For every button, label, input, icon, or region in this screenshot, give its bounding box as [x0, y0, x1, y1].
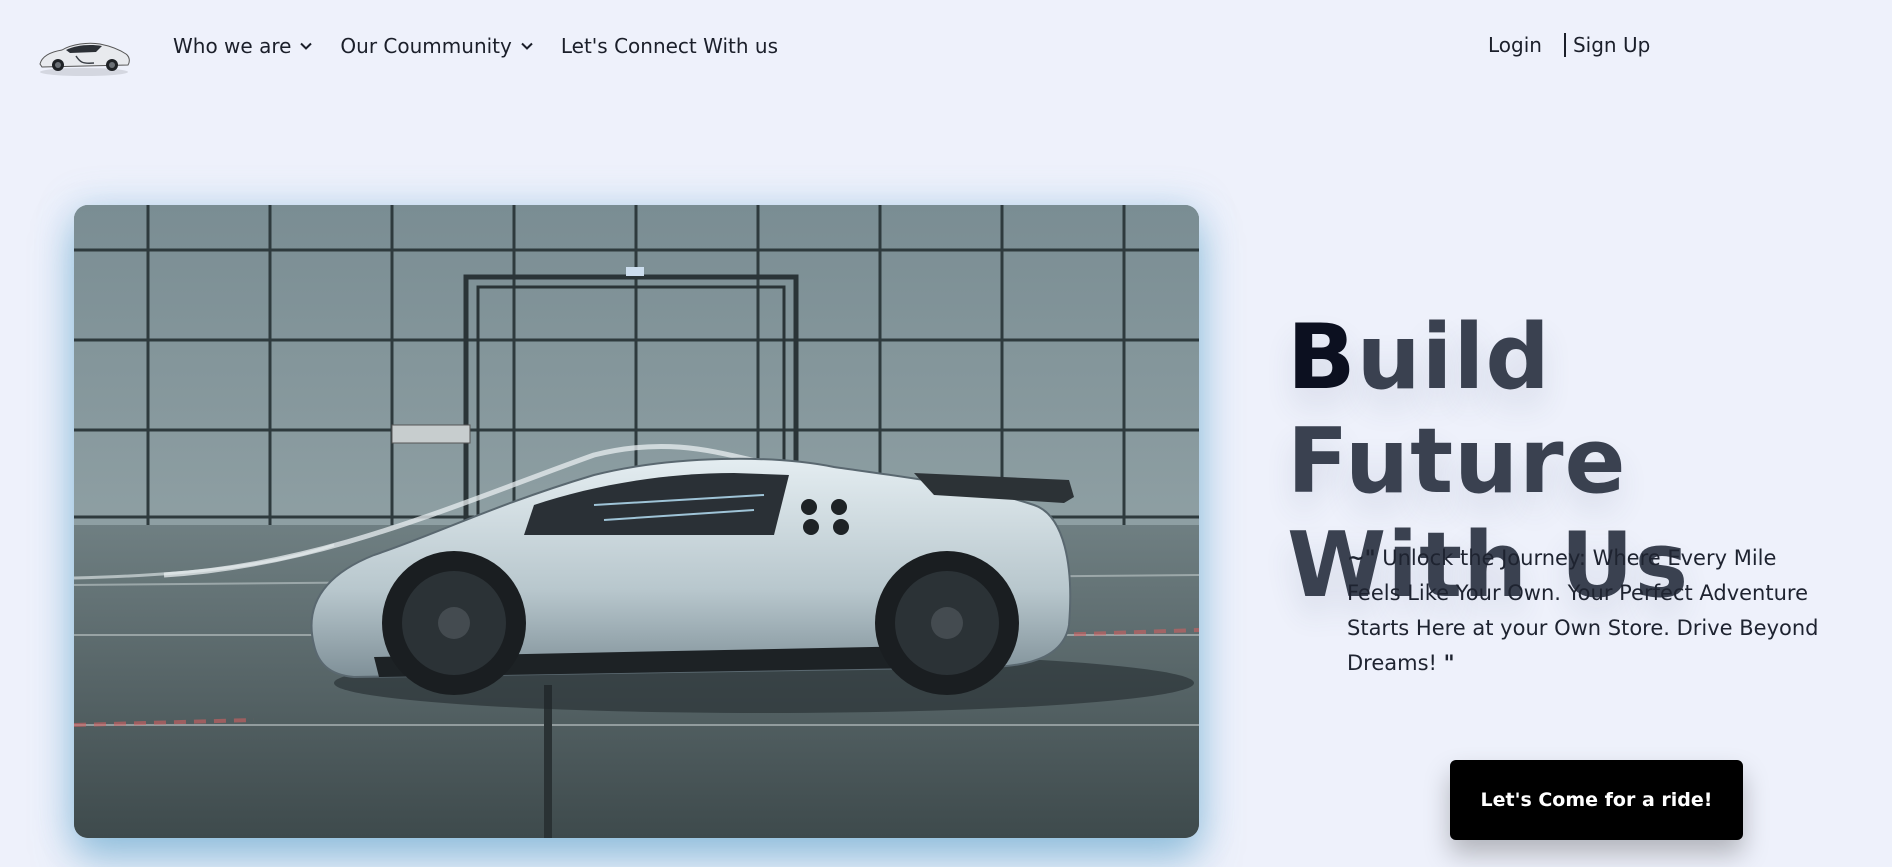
quote-open-mark: ~" [1347, 546, 1376, 570]
cta-ride-button[interactable]: Let's Come for a ride! [1450, 760, 1743, 840]
quote-text: Unlock the Journey: Where Every Mile Fee… [1347, 546, 1819, 675]
chevron-down-icon [521, 42, 533, 50]
auth-divider [1563, 33, 1566, 57]
signup-link[interactable]: Sign Up [1573, 33, 1650, 57]
auth-links: Login Sign Up [1488, 33, 1650, 57]
nav-who-we-are-label: Who we are [173, 34, 292, 58]
nav-connect-label: Let's Connect With us [560, 34, 778, 58]
nav-who-we-are[interactable]: Who we are [173, 34, 313, 58]
headline-first-letter: B [1287, 305, 1357, 410]
chevron-down-icon [300, 42, 313, 50]
nav-our-community[interactable]: Our Coummunity [340, 34, 533, 58]
quote-close-mark: " [1443, 651, 1455, 675]
hero-car-image [74, 205, 1199, 838]
nav-our-community-label: Our Coummunity [340, 34, 512, 58]
login-link[interactable]: Login [1488, 33, 1542, 57]
nav-connect[interactable]: Let's Connect With us [561, 34, 778, 58]
car-logo-icon[interactable] [36, 32, 132, 78]
top-navbar: Who we are Our Coummunity Let's Connect … [0, 0, 1892, 96]
main-nav: Who we are Our Coummunity Let's Connect … [173, 34, 805, 58]
hero-tagline: ~" Unlock the Journey: Where Every Mile … [1347, 541, 1827, 681]
